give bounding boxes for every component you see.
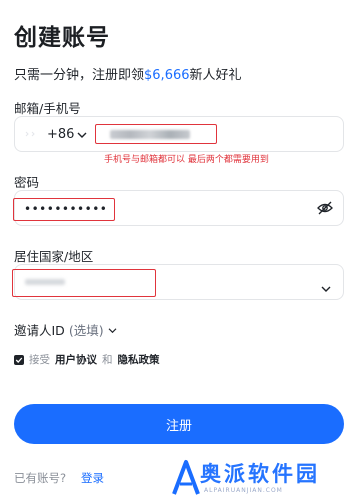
privacy-policy-link[interactable]: 隐私政策 — [118, 352, 160, 367]
agreement-row: 接受 用户协议 和 隐私政策 — [14, 352, 160, 367]
page-title: 创建账号 — [14, 25, 110, 51]
password-value: ••••••••••• — [24, 202, 108, 216]
user-agreement-link[interactable]: 用户协议 — [55, 352, 97, 367]
page-subtitle: 只需一分钟，注册即领$6,666新人好礼 — [14, 64, 242, 83]
email-phone-field[interactable]: +86 — [14, 116, 344, 152]
country-input-highlight[interactable] — [12, 269, 156, 297]
inviter-id-toggle[interactable]: 邀请人ID (选填) — [14, 320, 117, 339]
country-label: 居住国家/地区 — [14, 249, 94, 264]
redacted-country — [25, 279, 65, 285]
country-code-selector[interactable]: +86 — [47, 127, 87, 142]
logo-a-icon — [172, 460, 200, 495]
agreement-and-text: 和 — [102, 354, 113, 366]
chevron-down-icon[interactable] — [321, 278, 331, 297]
password-label: 密码 — [14, 175, 40, 190]
chevron-down-icon — [77, 131, 87, 139]
email-phone-label: 邮箱/手机号 — [14, 101, 81, 116]
subtitle-suffix: 新人好礼 — [189, 68, 242, 83]
country-code-value: +86 — [47, 127, 75, 142]
eye-off-icon[interactable] — [317, 200, 333, 219]
password-input-highlight[interactable]: ••••••••••• — [13, 198, 115, 221]
annotation-note: 手机号与邮箱都可以 最后两个都需要用到 — [104, 155, 269, 165]
agreement-checkbox[interactable] — [14, 354, 24, 365]
watermark-text: 奥派软件园 — [200, 462, 320, 486]
login-link[interactable]: 登录 — [81, 470, 104, 486]
password-field[interactable]: ••••••••••• — [13, 190, 344, 226]
agreement-accept-text: 接受 — [29, 354, 50, 366]
subtitle-amount: $6,666 — [144, 68, 190, 83]
chevron-down-icon — [108, 322, 117, 337]
watermark-url: ALPAIRUANJIAN.COM — [204, 487, 283, 494]
redacted-phone-number — [110, 130, 190, 139]
inviter-optional-label: (选填) — [68, 323, 104, 338]
country-select[interactable] — [12, 264, 344, 300]
have-account-text: 已有账号? — [14, 471, 67, 485]
phone-icon — [23, 128, 37, 140]
watermark-logo: 奥派软件园 ALPAIRUANJIAN.COM — [168, 456, 358, 500]
inviter-id-label: 邀请人ID — [14, 323, 65, 338]
subtitle-prefix: 只需一分钟，注册即领 — [14, 68, 145, 83]
phone-input-highlight[interactable] — [95, 124, 217, 144]
register-button[interactable]: 注册 — [14, 404, 344, 444]
